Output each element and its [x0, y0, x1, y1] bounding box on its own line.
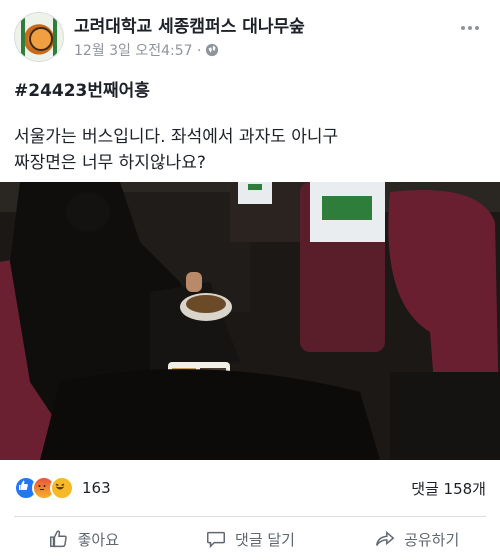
bamboo-stripe [21, 17, 25, 57]
post-photo[interactable] [0, 182, 500, 460]
divider [14, 516, 486, 517]
post-timestamp[interactable]: 12월 3일 오전4:57 · [74, 40, 201, 60]
post-meta: 12월 3일 오전4:57 · [74, 40, 219, 60]
globe-icon[interactable] [205, 43, 219, 57]
comment-button[interactable]: 댓글 달기 [167, 522, 334, 556]
page-avatar[interactable] [14, 12, 64, 62]
comment-icon [207, 531, 225, 549]
post-actions: 좋아요 댓글 달기 공유하기 [0, 522, 500, 556]
post-body: 서울가는 버스입니다. 좌석에서 과자도 아니구 짜장면은 너무 하지않나요? [14, 124, 338, 176]
reactions-summary[interactable]: 163 [14, 476, 111, 500]
comments-count[interactable]: 댓글 158개 [411, 478, 486, 499]
post-body-line: 서울가는 버스입니다. 좌석에서 과자도 아니구 [14, 127, 339, 147]
bamboo-stripe [53, 17, 57, 57]
share-button[interactable]: 공유하기 [333, 522, 500, 556]
more-icon[interactable] [458, 16, 482, 40]
post-header: 고려대학교 세종캠퍼스 대나무숲 12월 3일 오전4:57 · [14, 8, 486, 62]
page-name[interactable]: 고려대학교 세종캠퍼스 대나무숲 [74, 12, 305, 37]
tiger-icon [29, 27, 53, 51]
thumbs-up-icon [49, 530, 67, 548]
comment-button-label: 댓글 달기 [235, 530, 295, 549]
haha-icon [50, 476, 74, 500]
like-button-label: 좋아요 [77, 530, 120, 549]
like-button[interactable]: 좋아요 [0, 522, 167, 556]
reactions-count: 163 [82, 479, 111, 497]
share-button-label: 공유하기 [404, 530, 460, 549]
share-icon [376, 530, 395, 546]
post-body-line: 짜장면은 너무 하지않나요? [14, 153, 206, 173]
post-hashtag[interactable]: #24423번째어흥 [14, 76, 150, 101]
bus-seat-photo [0, 182, 500, 460]
